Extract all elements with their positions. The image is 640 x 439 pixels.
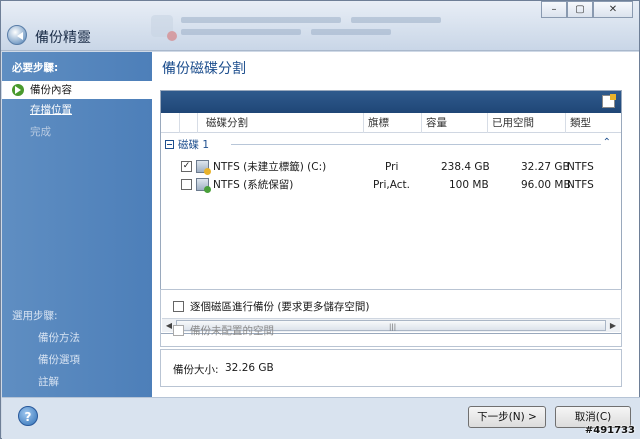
partition-drive-icon: [196, 160, 211, 175]
alert-dot-icon: [167, 31, 177, 41]
table-row[interactable]: ✓ NTFS (未建立標籤) (C:) Pri 238.4 GB 32.27 G…: [161, 159, 621, 175]
maximize-button[interactable]: ▢: [567, 1, 593, 18]
window-controls: – ▢ ✕: [541, 1, 633, 18]
partition-flag: Pri: [385, 161, 399, 173]
group-divider: [231, 144, 601, 145]
partition-capacity: 238.4 GB: [441, 161, 490, 173]
partition-flag: Pri,Act.: [373, 179, 410, 191]
collapse-toggle-icon[interactable]: [165, 140, 174, 149]
close-button[interactable]: ✕: [593, 1, 633, 18]
table-row[interactable]: NTFS (系統保留) Pri,Act. 100 MB 96.00 MB NTF…: [161, 177, 621, 193]
help-icon[interactable]: ?: [18, 406, 38, 426]
back-arrow-icon[interactable]: [7, 25, 27, 45]
column-used-space[interactable]: 已用空間: [487, 113, 565, 133]
table-toolbar: [161, 91, 621, 113]
column-flag[interactable]: 旗標: [363, 113, 421, 133]
disk-group-header[interactable]: 磁碟 1: [165, 137, 209, 152]
column-capacity[interactable]: 容量: [421, 113, 487, 133]
sidebar-item-finish: 完成: [30, 126, 51, 138]
backup-size-box: 備份大小: 32.26 GB: [160, 349, 622, 387]
sidebar-item-label: 備份內容: [30, 84, 72, 96]
partition-type: NTFS: [567, 161, 594, 173]
blurred-notification-banner: [151, 13, 471, 43]
watermark-text: #491733: [584, 425, 635, 436]
page-title: 備份磁碟分割: [162, 61, 246, 77]
sidebar-item-storage-location[interactable]: 存擋位置: [2, 101, 152, 119]
column-partition[interactable]: 磁碟分割: [197, 113, 363, 133]
backup-options-box: 逐個磁區進行備份 (要求更多儲存空間) 備份未配置的空間: [160, 289, 622, 347]
app-window: 備份精靈 – ▢ ✕ 必要步驟: 備份內容 存擋位置 完成 選用步驟: 備份方法…: [0, 0, 640, 439]
minimize-button[interactable]: –: [541, 1, 567, 18]
partition-name: NTFS (系統保留): [213, 179, 294, 191]
backup-unallocated-option: 備份未配置的空間: [173, 323, 274, 338]
main-content: 備份磁碟分割 磁碟分割 旗標 容量 已用空間 類型 磁碟 1 ⌃ ✓ NTFS …: [152, 52, 639, 397]
backup-size-label: 備份大小:: [173, 364, 219, 376]
current-step-arrow-icon: [12, 84, 24, 96]
sidebar: 必要步驟: 備份內容 存擋位置 完成 選用步驟: 備份方法 備份選項 註解: [2, 52, 152, 397]
optional-steps-header: 選用步驟:: [12, 310, 58, 322]
backup-unallocated-checkbox: [173, 325, 184, 336]
partition-type: NTFS: [567, 179, 594, 191]
sector-by-sector-option[interactable]: 逐個磁區進行備份 (要求更多儲存空間): [173, 299, 370, 314]
sector-by-sector-label: 逐個磁區進行備份 (要求更多儲存空間): [190, 301, 370, 313]
column-type[interactable]: 類型: [565, 113, 621, 133]
backup-size-value: 32.26 GB: [225, 362, 274, 374]
sidebar-item-backup-content[interactable]: 備份內容: [2, 81, 152, 99]
required-steps-header: 必要步驟:: [12, 62, 59, 74]
partition-checkbox[interactable]: [181, 179, 192, 190]
sidebar-item-comments[interactable]: 註解: [38, 374, 59, 389]
title-bar: 備份精靈 – ▢ ✕: [1, 1, 639, 51]
partition-used: 32.27 GB: [521, 161, 570, 173]
sector-by-sector-checkbox[interactable]: [173, 301, 184, 312]
edit-columns-icon[interactable]: [602, 94, 616, 108]
partition-capacity: 100 MB: [449, 179, 489, 191]
sidebar-item-backup-method[interactable]: 備份方法: [38, 330, 80, 345]
next-button[interactable]: 下一步(N) >: [468, 406, 546, 428]
backup-unallocated-label: 備份未配置的空間: [190, 325, 274, 337]
partition-checkbox[interactable]: ✓: [181, 161, 192, 172]
sidebar-item-backup-options[interactable]: 備份選項: [38, 352, 80, 367]
table-header: 磁碟分割 旗標 容量 已用空間 類型: [161, 113, 621, 133]
footer-bar: ? 下一步(N) > 取消(C): [2, 397, 640, 439]
disk-group-label: 磁碟 1: [178, 139, 210, 151]
window-title: 備份精靈: [35, 30, 91, 46]
partition-drive-icon: [196, 178, 211, 193]
partition-used: 96.00 MB: [521, 179, 571, 191]
partition-name: NTFS (未建立標籤) (C:): [213, 161, 327, 173]
chevron-up-icon[interactable]: ⌃: [603, 137, 611, 148]
